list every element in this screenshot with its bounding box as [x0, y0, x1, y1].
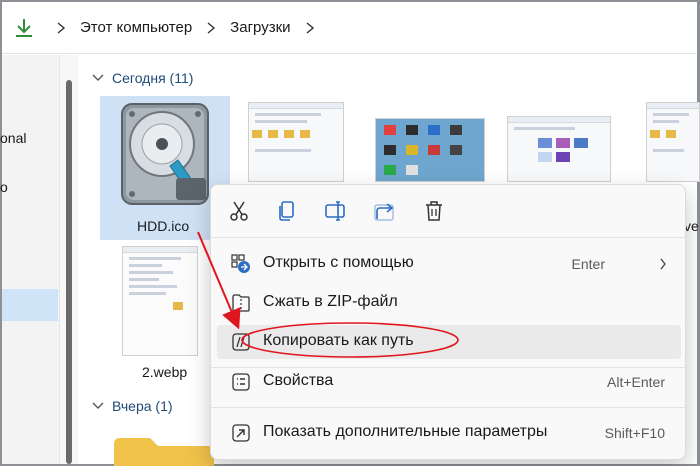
menu-item-shortcut: Enter [571, 256, 605, 272]
address-bar[interactable]: Этот компьютер Загрузки [2, 2, 697, 54]
nav-item-partial[interactable]: onal [0, 130, 26, 146]
chevron-right-icon[interactable] [206, 21, 216, 35]
menu-item-open-with[interactable]: Открыть с помощью Enter [217, 247, 681, 281]
menu-item-label: Показать дополнительные параметры [263, 423, 548, 440]
file-thumbnail[interactable] [248, 102, 344, 182]
scrollbar-thumb[interactable] [66, 80, 72, 464]
nav-item-selected[interactable] [2, 289, 58, 321]
file-thumbnail[interactable] [646, 102, 700, 182]
file-thumbnail[interactable] [375, 118, 485, 182]
menu-item-properties[interactable]: Свойства Alt+Enter [217, 365, 681, 399]
chevron-right-icon[interactable] [305, 21, 315, 35]
menu-separator [211, 407, 685, 408]
group-header-label: Сегодня (11) [112, 70, 194, 86]
photos-thumbnail-image [538, 138, 588, 162]
cut-icon[interactable] [227, 199, 251, 223]
chevron-down-icon[interactable] [92, 401, 104, 411]
rename-icon[interactable] [324, 199, 348, 223]
breadcrumb-this-pc[interactable]: Этот компьютер [80, 18, 192, 37]
file-thumbnail[interactable] [507, 116, 611, 182]
open-with-icon [231, 254, 250, 273]
group-header-label: Вчера (1) [112, 398, 173, 414]
nav-item-partial[interactable]: o [0, 179, 8, 195]
download-icon[interactable] [12, 16, 36, 40]
menu-item-label: Свойства [263, 372, 334, 389]
more-options-icon [232, 424, 250, 442]
menu-item-shortcut: Shift+F10 [604, 425, 665, 441]
menu-item-label: Сжать в ZIP-файл [263, 293, 398, 310]
menu-item-shortcut: Alt+Enter [607, 374, 665, 390]
breadcrumb: Этот компьютер Загрузки [42, 18, 329, 37]
breadcrumb-downloads[interactable]: Загрузки [230, 18, 290, 37]
folder-icon[interactable] [112, 436, 216, 466]
copy-path-icon [232, 333, 250, 351]
group-header-today[interactable]: Сегодня (11) [92, 70, 193, 86]
context-menu-toolbar [211, 185, 685, 237]
navigation-pane: onal o [0, 55, 60, 464]
menu-item-copy-as-path[interactable]: Копировать как путь [217, 325, 681, 359]
properties-icon [232, 373, 250, 391]
copy-icon[interactable] [275, 199, 299, 223]
delete-icon[interactable] [422, 199, 446, 223]
desktop-thumbnail-image [384, 125, 462, 175]
file-name-partial: ve [684, 218, 699, 234]
chevron-right-icon [660, 258, 666, 270]
zip-icon [232, 294, 250, 312]
group-header-yesterday[interactable]: Вчера (1) [92, 398, 173, 414]
file-thumbnail[interactable] [122, 246, 198, 356]
share-icon[interactable] [373, 199, 397, 223]
menu-item-label: Копировать как путь [263, 332, 414, 349]
menu-item-label: Открыть с помощью [263, 254, 414, 271]
file-name-hdd: HDD.ico [137, 218, 190, 234]
menu-separator [211, 237, 685, 238]
file-name-webp: 2.webp [142, 364, 188, 380]
menu-item-show-more-options[interactable]: Показать дополнительные параметры Shift+… [217, 416, 681, 450]
chevron-right-icon[interactable] [56, 21, 66, 35]
hard-drive-icon [121, 103, 209, 205]
chevron-down-icon[interactable] [92, 73, 104, 83]
context-menu: Открыть с помощью Enter Сжать в ZIP-файл… [210, 184, 686, 460]
menu-item-compress-zip[interactable]: Сжать в ZIP-файл [217, 286, 681, 320]
